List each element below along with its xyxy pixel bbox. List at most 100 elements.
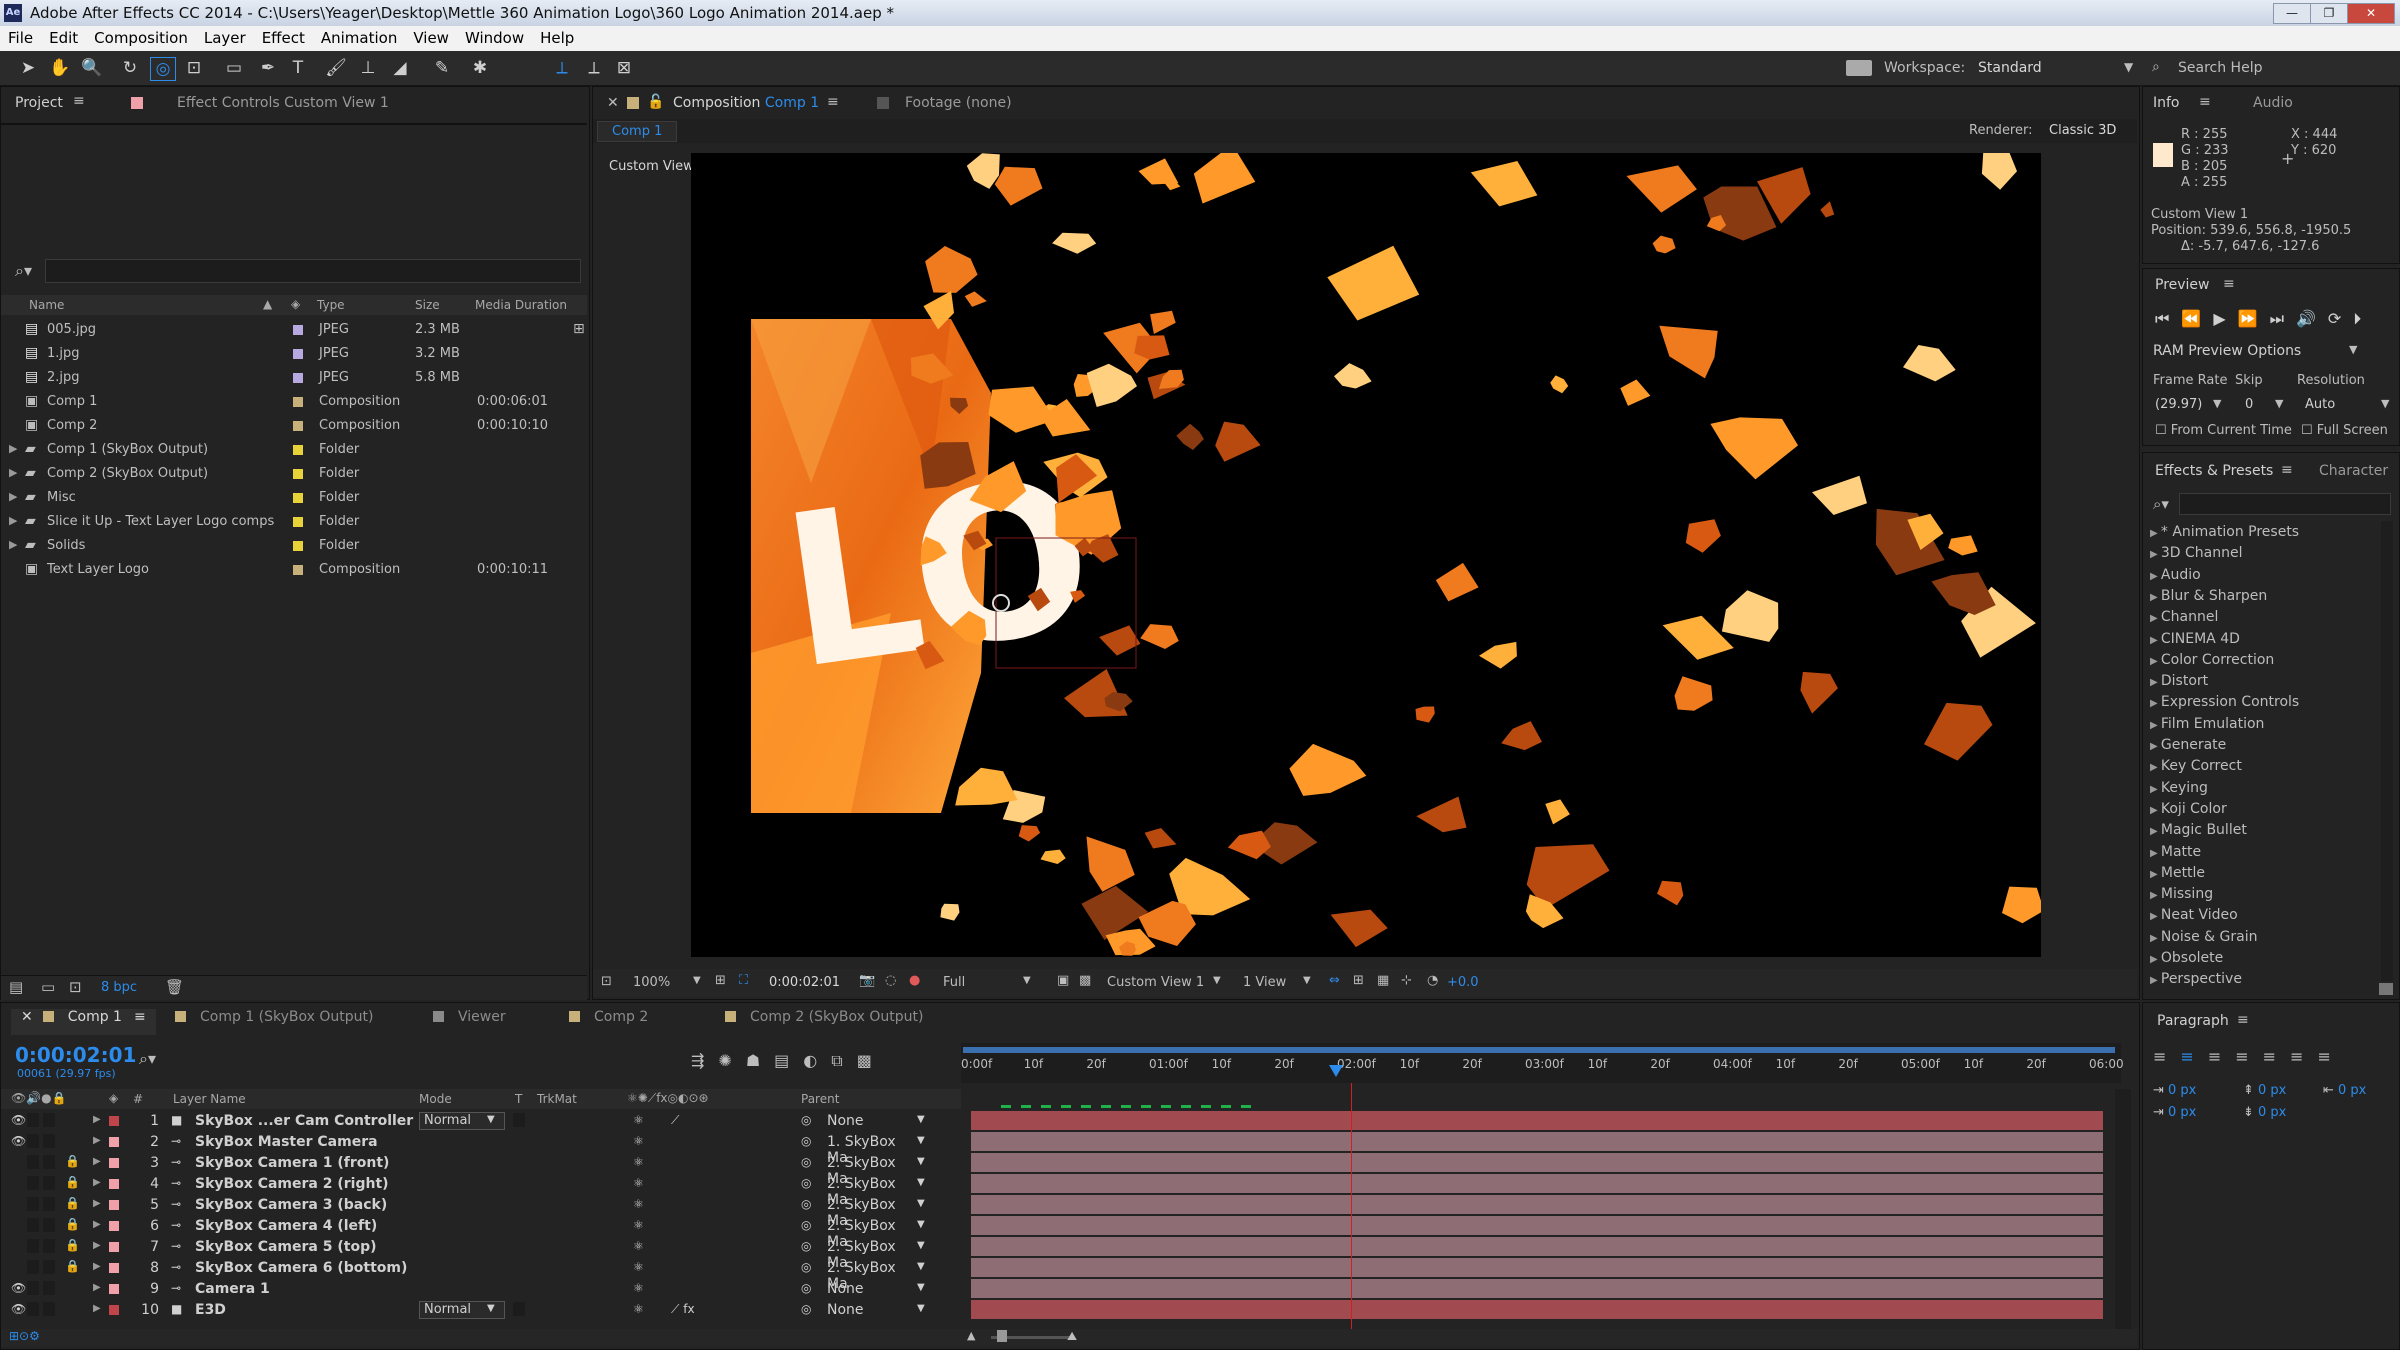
time-ruler[interactable]: 0:00f 10f 20f 01:00f 10f 20f 02:00f 10f 20f 03:00… xyxy=(961,1043,2124,1108)
playhead-handle[interactable] xyxy=(1329,1065,1343,1077)
quality-switch-icon[interactable]: ⟋ xyxy=(671,1113,679,1128)
fast-previews-icon[interactable]: ⊞ xyxy=(1353,973,1364,988)
effect-category[interactable]: ▶ Magic Bullet xyxy=(2150,822,2247,838)
effect-category[interactable]: ▶ Blur & Sharpen xyxy=(2150,588,2267,604)
effects-scrollbar[interactable] xyxy=(2381,521,2393,981)
layer-label-color[interactable] xyxy=(109,1179,119,1189)
pan-behind-tool-icon[interactable]: ⊡ xyxy=(182,57,206,79)
project-search-icon[interactable]: ⌕▾ xyxy=(15,261,32,281)
layer-row[interactable]: 👁 ▶ 10 ■ E3D Normal ▼ ⚛ ⟋ fx ◎ None ▼ xyxy=(1,1300,961,1321)
minimize-button[interactable]: — xyxy=(2273,3,2311,24)
shy-switch-icon[interactable]: ⚛ xyxy=(633,1218,644,1232)
label-color-swatch[interactable] xyxy=(293,325,303,335)
lock-icon[interactable]: 🔒 xyxy=(65,1217,80,1231)
layer-name[interactable]: SkyBox Master Camera xyxy=(195,1134,378,1150)
3d-view-arrow-icon[interactable]: ▼ xyxy=(1213,975,1221,986)
expand-triangle-icon[interactable]: ▶ xyxy=(2150,826,2161,837)
label-color-swatch[interactable] xyxy=(293,397,303,407)
solo-toggle[interactable] xyxy=(43,1155,55,1169)
close-window-button[interactable]: ✕ xyxy=(2347,3,2395,24)
expand-triangle-icon[interactable]: ▶ xyxy=(2150,677,2161,688)
layer-duration-bar[interactable] xyxy=(971,1195,2103,1216)
flowchart-icon[interactable]: ⊞ xyxy=(573,321,585,337)
workspace-monitor-icon[interactable] xyxy=(1846,60,1872,76)
effect-category[interactable]: ▶ Key Correct xyxy=(2150,758,2242,774)
ram-preview-icon[interactable]: ⏵ xyxy=(2353,309,2373,328)
expand-triangle-icon[interactable]: ▶ xyxy=(93,1135,101,1146)
layer-label-color[interactable] xyxy=(109,1242,119,1252)
project-item[interactable]: ▣ Comp 1 Composition 0:00:06:01 xyxy=(1,391,587,415)
parent-select[interactable]: None xyxy=(827,1281,907,1297)
label-color-swatch[interactable] xyxy=(293,517,303,527)
effect-category[interactable]: ▶ Koji Color xyxy=(2150,801,2227,817)
expand-triangle-icon[interactable]: ▶ xyxy=(2150,869,2161,880)
project-item[interactable]: ▤ 005.jpg JPEG 2.3 MB xyxy=(1,319,587,343)
parent-dropdown-arrow-icon[interactable]: ▼ xyxy=(917,1240,925,1251)
layer-duration-bar[interactable] xyxy=(971,1279,2103,1300)
parent-dropdown-arrow-icon[interactable]: ▼ xyxy=(917,1177,925,1188)
layer-duration-bar[interactable] xyxy=(971,1132,2103,1153)
expand-triangle-icon[interactable]: ▶ xyxy=(2150,762,2161,773)
shy-layers-icon[interactable]: ☗ xyxy=(746,1051,774,1070)
align-center-icon[interactable]: ≡ xyxy=(2180,1047,2207,1066)
panel-menu-icon[interactable]: ≡ xyxy=(827,94,839,110)
play-icon[interactable]: ▶ xyxy=(2213,309,2237,328)
rectangle-tool-icon[interactable]: ▭ xyxy=(222,57,246,79)
shy-switch-icon[interactable]: ⚛ xyxy=(633,1113,644,1127)
audio-toggle[interactable] xyxy=(27,1176,39,1190)
transparency-grid-icon[interactable]: ▩ xyxy=(1079,973,1091,988)
parent-pick-whip-icon[interactable]: ◎ xyxy=(801,1281,811,1295)
column-name[interactable]: Name xyxy=(29,298,64,312)
tab-project[interactable]: Project xyxy=(15,95,63,123)
menu-help[interactable]: Help xyxy=(532,26,582,47)
first-line-indent-field[interactable]: ⇥ 0 px xyxy=(2153,1105,2196,1120)
frame-blending-icon[interactable]: ▤ xyxy=(774,1051,803,1070)
effect-category[interactable]: ▶ 3D Channel xyxy=(2150,545,2243,561)
zoom-tool-icon[interactable]: 🔍 xyxy=(80,57,104,79)
layer-duration-bar[interactable] xyxy=(971,1111,2103,1132)
parent-dropdown-arrow-icon[interactable]: ▼ xyxy=(917,1261,925,1272)
layer-label-color[interactable] xyxy=(109,1284,119,1294)
tab-paragraph[interactable]: Paragraph xyxy=(2157,1013,2229,1041)
shy-switch-icon[interactable]: ⚛ xyxy=(633,1197,644,1211)
expand-triangle-icon[interactable]: ▶ xyxy=(2150,805,2161,816)
layer-name[interactable]: SkyBox Camera 5 (top) xyxy=(195,1239,377,1255)
menu-effect[interactable]: Effect xyxy=(254,26,313,47)
panel-menu-icon[interactable]: ≡ xyxy=(73,93,85,109)
panel-menu-icon[interactable]: ≡ xyxy=(2223,276,2235,292)
comp-viewport[interactable]: LO xyxy=(691,153,2041,957)
project-item[interactable]: ▶ ▰ Slice it Up - Text Layer Logo comps Fol… xyxy=(1,511,587,535)
label-color-swatch[interactable] xyxy=(293,493,303,503)
parent-dropdown-arrow-icon[interactable]: ▼ xyxy=(917,1156,925,1167)
local-axis-mode-icon[interactable]: ⟂ xyxy=(550,57,574,79)
parent-pick-whip-icon[interactable]: ◎ xyxy=(801,1197,811,1211)
space-after-value[interactable]: 0 px xyxy=(2258,1105,2286,1120)
menu-edit[interactable]: Edit xyxy=(41,26,86,47)
parent-select[interactable]: None xyxy=(827,1113,907,1129)
show-snapshot-icon[interactable]: ◌ xyxy=(885,973,896,988)
parent-pick-whip-icon[interactable]: ◎ xyxy=(801,1155,811,1169)
effect-category[interactable]: ▶ Mettle xyxy=(2150,865,2205,881)
project-item[interactable]: ▶ ▰ Comp 1 (SkyBox Output) Folder xyxy=(1,439,587,463)
orbit-camera-tool-icon[interactable]: ◎ xyxy=(150,57,176,81)
layer-label-color[interactable] xyxy=(109,1221,119,1231)
parent-dropdown-arrow-icon[interactable]: ▼ xyxy=(917,1198,925,1209)
column-media-duration[interactable]: Media Duration xyxy=(475,298,567,312)
parent-pick-whip-icon[interactable]: ◎ xyxy=(801,1134,811,1148)
solo-toggle[interactable] xyxy=(43,1281,55,1295)
menu-layer[interactable]: Layer xyxy=(196,26,254,47)
tab-character[interactable]: Character xyxy=(2319,463,2388,491)
layer-label-color[interactable] xyxy=(109,1263,119,1273)
expand-triangle-icon[interactable]: ▶ xyxy=(93,1261,101,1272)
audio-toggle[interactable] xyxy=(27,1113,39,1127)
solo-toggle[interactable] xyxy=(43,1260,55,1274)
timeline-current-time[interactable]: 0:00:02:01 xyxy=(15,1043,136,1067)
resolution-select[interactable]: Auto xyxy=(2305,397,2335,412)
type-tool-icon[interactable]: T xyxy=(286,57,310,79)
zoom-out-icon[interactable]: ▲ xyxy=(967,1329,975,1342)
ram-preview-options[interactable]: RAM Preview Options xyxy=(2153,343,2301,359)
layer-row[interactable]: 🔒 ▶ 8 ⊸ SkyBox Camera 6 (bottom) ⚛ ◎ 2. SkyBox … xyxy=(1,1258,961,1292)
clone-stamp-tool-icon[interactable]: ⊥ xyxy=(356,57,380,79)
visibility-eye-icon[interactable]: 👁 xyxy=(11,1113,26,1127)
resolution-arrow-icon[interactable]: ▼ xyxy=(1023,975,1031,986)
